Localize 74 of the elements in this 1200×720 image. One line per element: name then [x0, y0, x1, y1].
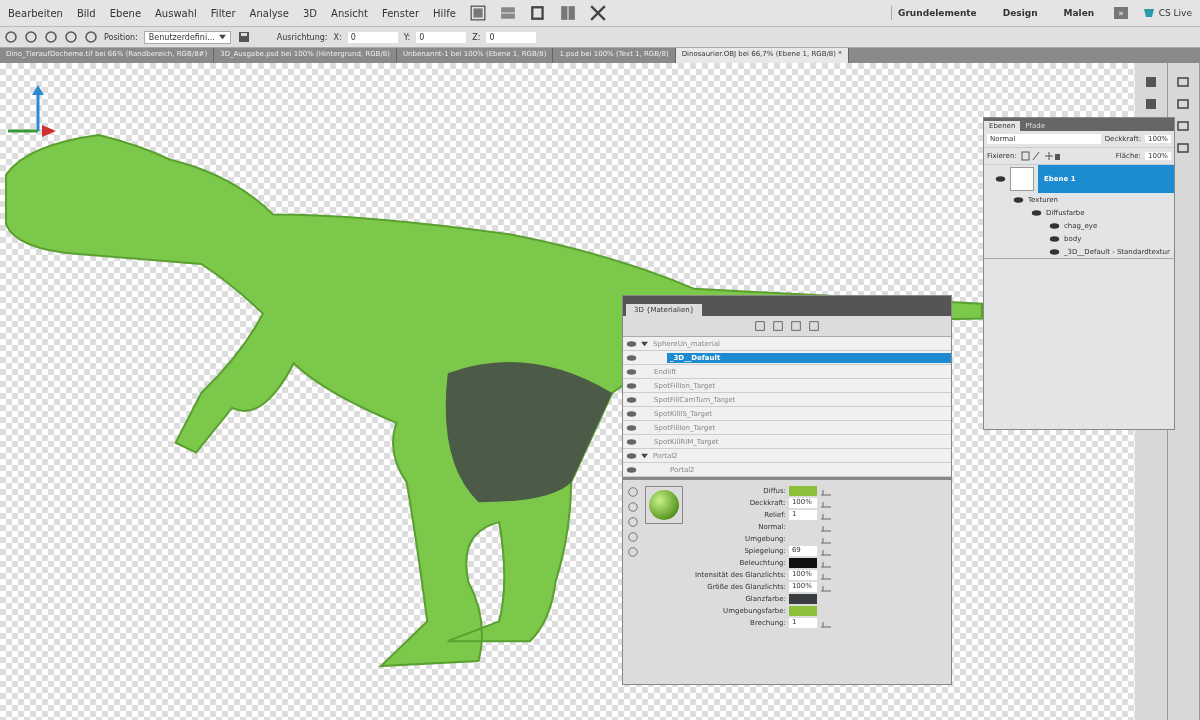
menu-item[interactable]: Bild [76, 7, 96, 19]
grid-icon[interactable] [559, 5, 576, 21]
y-field[interactable]: 0 [416, 31, 467, 43]
eye-icon[interactable] [626, 395, 637, 404]
cs-live-button[interactable]: CS Live [1141, 6, 1192, 20]
color-swatch[interactable] [788, 594, 817, 604]
x-label: X: [333, 32, 342, 42]
panel-icon[interactable] [1176, 97, 1191, 111]
eye-icon[interactable] [626, 367, 637, 376]
position-label: Position: [104, 32, 138, 42]
x-field[interactable]: 0 [347, 31, 398, 43]
z-field[interactable]: 0 [486, 31, 537, 43]
eye-icon[interactable] [626, 353, 637, 362]
eye-icon[interactable] [626, 339, 637, 348]
cs-live-icon [1141, 6, 1156, 20]
material-tool-icon[interactable] [627, 486, 639, 498]
menu-item[interactable]: Bearbeiten [8, 7, 63, 19]
caret-icon [218, 32, 226, 40]
eye-icon[interactable] [626, 437, 637, 446]
menu-item[interactable]: Hilfe [433, 7, 456, 19]
eye-icon[interactable] [626, 465, 637, 474]
panel-icon[interactable] [1176, 75, 1191, 89]
menu-item[interactable]: Auswahl [155, 7, 197, 19]
menu-item[interactable]: Fenster [382, 7, 420, 19]
3d-tool-icon[interactable] [44, 30, 58, 44]
panel-icon[interactable] [1176, 141, 1191, 155]
layer-thumbnail [1010, 167, 1034, 191]
material-preview[interactable] [645, 486, 683, 524]
3d-tool-icon[interactable] [4, 30, 18, 44]
y-label: Y: [403, 32, 411, 42]
eye-icon[interactable] [626, 451, 637, 460]
workspace-tab[interactable]: Malen [1057, 6, 1101, 20]
eye-icon[interactable] [626, 381, 637, 390]
menu-item[interactable]: Filter [210, 7, 236, 19]
layout-icon[interactable] [499, 5, 516, 21]
panel-icon[interactable] [1176, 119, 1191, 133]
menu-item[interactable]: 3D [303, 7, 318, 19]
workspace-tab[interactable]: Design [996, 6, 1044, 20]
panel-icon[interactable] [1143, 97, 1158, 111]
filter-icon[interactable] [808, 320, 820, 332]
material-tool-icon[interactable] [627, 501, 639, 513]
filter-icon[interactable] [790, 320, 802, 332]
panel-icon[interactable] [1143, 75, 1158, 89]
disclosure-triangle-icon[interactable] [641, 452, 648, 459]
menu-item[interactable]: Analyse [249, 7, 289, 19]
3d-tool-icon[interactable] [24, 30, 38, 44]
z-label: Z: [472, 32, 481, 42]
eye-icon[interactable] [626, 423, 637, 432]
layout-icon[interactable] [469, 5, 486, 21]
save-icon[interactable] [236, 30, 251, 44]
eye-icon[interactable] [1049, 234, 1060, 243]
workspace-tab[interactable]: Grundelemente [891, 6, 983, 20]
eye-icon[interactable] [626, 409, 637, 418]
filter-icon[interactable] [754, 320, 766, 332]
eye-icon[interactable] [1013, 195, 1024, 204]
eye-icon[interactable] [1049, 247, 1060, 256]
eye-icon[interactable] [995, 175, 1006, 183]
material-tool-icon[interactable] [627, 546, 639, 558]
orientation-label: Ausrichtung: [276, 32, 328, 42]
menu-item[interactable]: Ansicht [331, 7, 368, 19]
3d-tool-icon[interactable] [64, 30, 78, 44]
filter-icon[interactable] [772, 320, 784, 332]
color-swatch[interactable] [788, 558, 817, 568]
position-dropdown[interactable]: Benutzerdefini... [143, 30, 231, 44]
material-tool-icon[interactable] [627, 516, 639, 528]
eye-icon[interactable] [1031, 208, 1042, 217]
3d-tool-icon[interactable] [84, 30, 98, 44]
color-swatch[interactable] [788, 606, 817, 616]
eye-icon[interactable] [1049, 221, 1060, 230]
more-workspaces-button[interactable]: » [1114, 7, 1128, 19]
material-tool-icon[interactable] [627, 531, 639, 543]
menu-item[interactable]: Ebene [109, 7, 142, 19]
disclosure-triangle-icon[interactable] [641, 340, 648, 347]
color-swatch[interactable] [788, 486, 817, 496]
